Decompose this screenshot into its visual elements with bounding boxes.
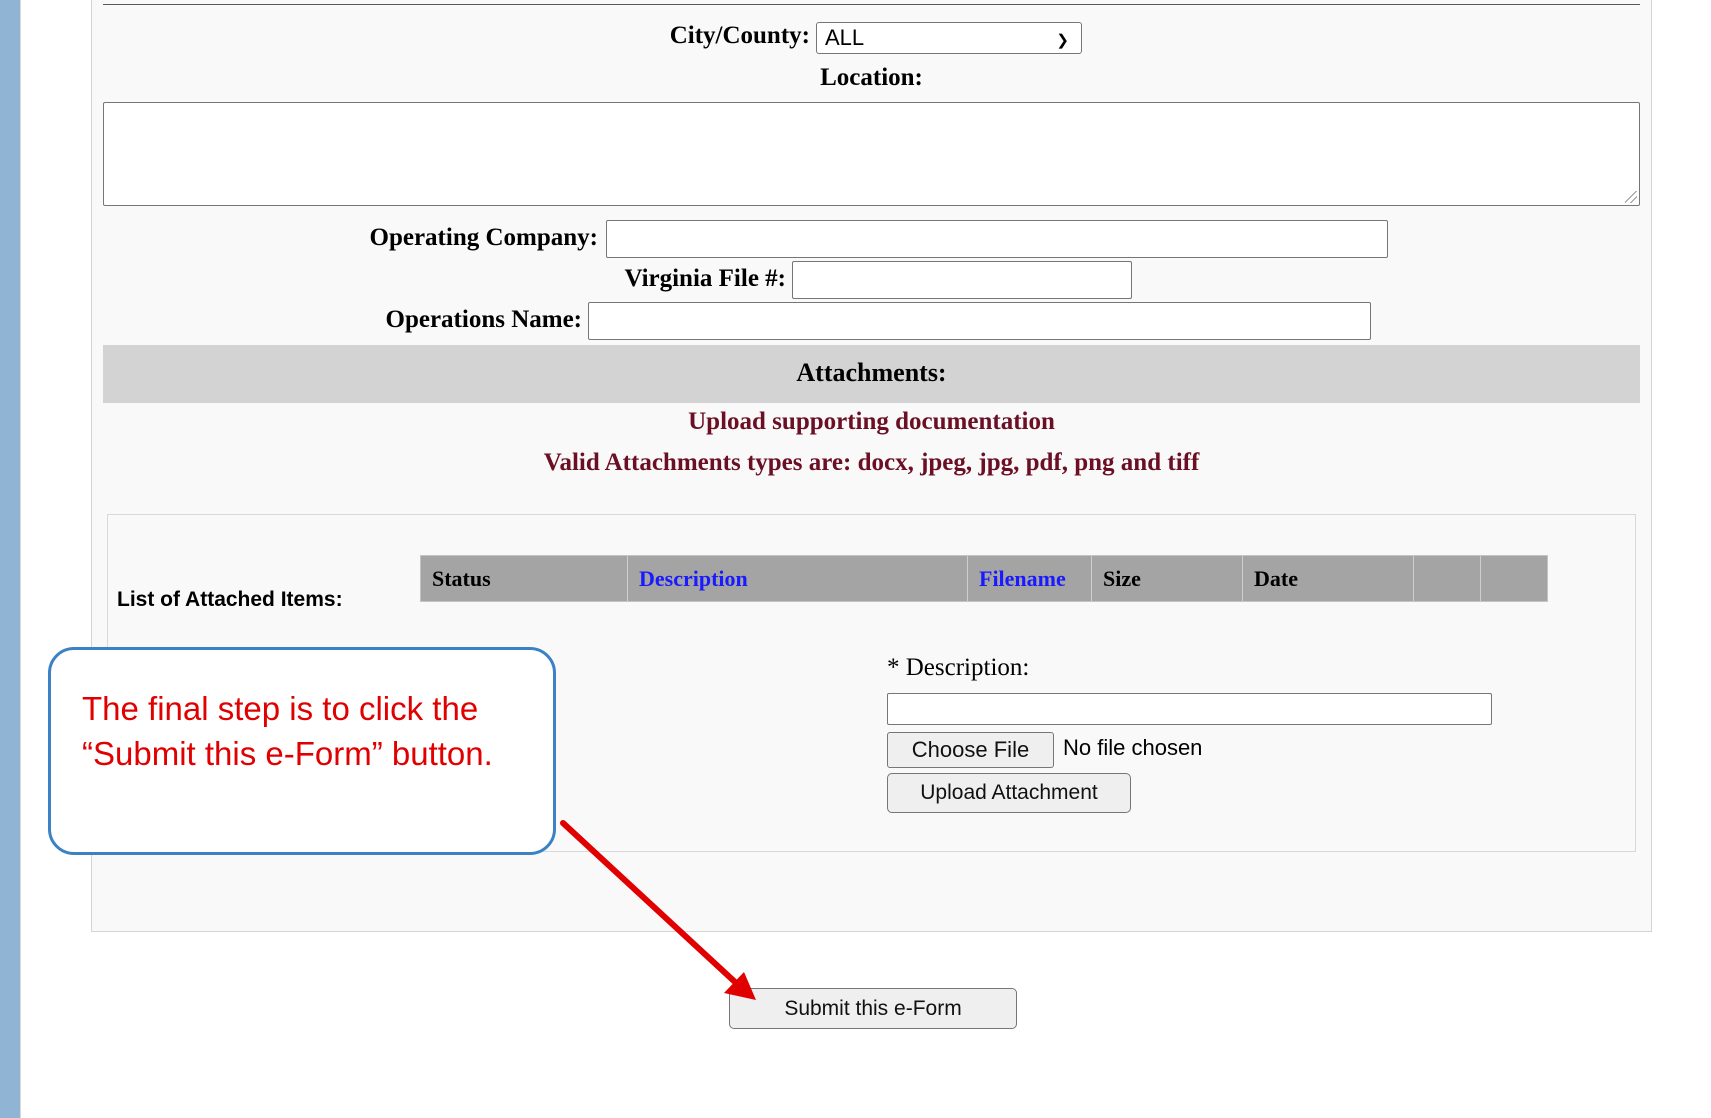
red-arrow-icon	[560, 820, 756, 1000]
